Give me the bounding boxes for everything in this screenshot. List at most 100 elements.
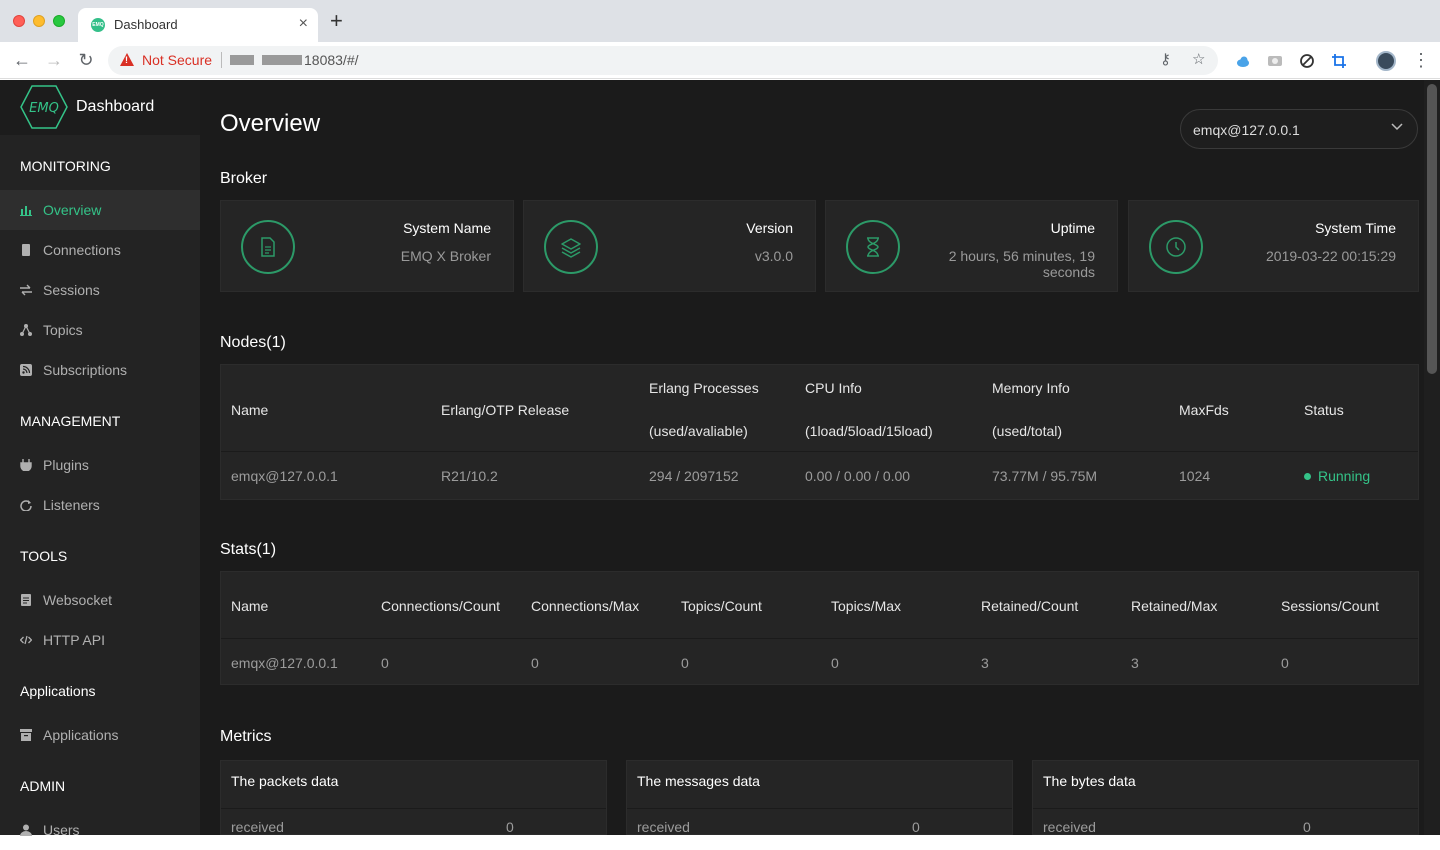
rss-icon (20, 364, 32, 376)
section-monitoring: MONITORING (20, 158, 111, 174)
back-arrow-icon[interactable]: ← (12, 50, 32, 70)
column-header: CPU Info (805, 380, 862, 396)
sidebar-item-subscriptions[interactable]: Subscriptions (0, 350, 200, 390)
sidebar-item-label: Topics (43, 322, 83, 338)
crop-extension-icon[interactable] (1331, 53, 1347, 69)
cell-memory: 73.77M / 95.75M (992, 468, 1098, 484)
metric-label: received (637, 819, 690, 835)
photo-extension-icon[interactable] (1267, 53, 1283, 69)
metric-value: 0 (912, 819, 920, 835)
cell-value: 3 (1131, 655, 1139, 671)
slash-circle-extension-icon[interactable] (1299, 53, 1315, 69)
cell-node-name: emqx@127.0.0.1 (231, 655, 338, 671)
sidebar-item-applications[interactable]: Applications (0, 715, 200, 755)
cell-processes: 294 / 2097152 (649, 468, 739, 484)
swap-icon (20, 284, 32, 296)
user-icon (20, 824, 32, 836)
metric-card-packets: The packets data received 0 (220, 760, 607, 835)
browser-menu-icon[interactable]: ⋮ (1412, 50, 1430, 70)
sidebar-item-sessions[interactable]: Sessions (0, 270, 200, 310)
sidebar-item-label: Sessions (43, 282, 100, 298)
column-header-sub: (used/total) (992, 423, 1063, 439)
card-label: Version (746, 220, 793, 236)
sidebar-item-label: Subscriptions (43, 362, 128, 378)
column-header: MaxFds (1179, 402, 1229, 418)
address-bar[interactable]: Not Secure 18083/#/ ⚷ ☆ (108, 46, 1218, 75)
sidebar-item-http-api[interactable]: HTTP API (0, 620, 200, 660)
metric-value: 0 (506, 819, 514, 835)
column-header: Erlang/OTP Release (441, 402, 570, 418)
browser-toolbar: ← → ↻ Not Secure 18083/#/ ⚷ ☆ ⋮ (0, 42, 1440, 79)
sidebar-item-users[interactable]: Users (0, 810, 200, 850)
column-header: Topics/Max (831, 598, 902, 614)
redacted-url-part (262, 55, 302, 65)
broker-card-version: Version v3.0.0 (523, 200, 816, 292)
row-divider (221, 451, 1418, 452)
code-icon (20, 635, 32, 645)
metric-title: The messages data (637, 773, 760, 789)
redacted-url-part (230, 55, 254, 65)
window-minimize-button[interactable] (33, 15, 45, 27)
sidebar-item-connections[interactable]: Connections (0, 230, 200, 270)
column-header: Topics/Count (681, 598, 762, 614)
row-divider (221, 638, 1418, 639)
emq-logo-icon: EMQ (20, 85, 68, 129)
bar-chart-icon (20, 206, 32, 216)
new-tab-button[interactable]: + (330, 10, 343, 32)
tab-close-icon[interactable]: × (299, 15, 308, 33)
node-selector-value: emqx@127.0.0.1 (1193, 122, 1300, 138)
window-zoom-button[interactable] (53, 15, 65, 27)
sidebar-item-listeners[interactable]: Listeners (0, 485, 200, 525)
page-title: Overview (220, 110, 321, 137)
sidebar-item-label: Overview (43, 202, 102, 218)
column-header: Retained/Count (981, 598, 1079, 614)
cell-value: 0 (831, 655, 839, 671)
archive-icon (20, 729, 32, 741)
sidebar-item-label: Applications (43, 727, 119, 743)
cell-maxfds: 1024 (1179, 468, 1211, 484)
stats-heading: Stats(1) (220, 541, 277, 558)
cloud-extension-icon[interactable] (1235, 53, 1251, 69)
layers-icon (544, 220, 598, 274)
window-close-button[interactable] (13, 15, 25, 27)
browser-tab[interactable]: EMQ Dashboard × (78, 8, 318, 42)
card-label: Uptime (1050, 220, 1095, 236)
sidebar-item-label: Plugins (43, 457, 89, 473)
row-divider (221, 808, 606, 809)
tab-title: Dashboard (114, 17, 178, 32)
key-icon[interactable]: ⚷ (1160, 51, 1171, 69)
profile-avatar[interactable] (1376, 51, 1396, 71)
scrollbar-thumb[interactable] (1427, 84, 1437, 374)
metric-title: The packets data (231, 773, 339, 789)
sidebar-item-websocket[interactable]: Websocket (0, 580, 200, 620)
card-value: EMQ X Broker (400, 248, 491, 264)
brand-title: Dashboard (76, 98, 155, 115)
column-header-sub: (used/avaliable) (649, 423, 748, 439)
row-divider (627, 808, 1012, 809)
cell-cpu: 0.00 / 0.00 / 0.00 (805, 468, 911, 484)
column-header: Retained/Max (1131, 598, 1218, 614)
brand[interactable]: EMQ Dashboard (0, 80, 200, 135)
warning-icon (120, 53, 134, 66)
node-selector[interactable]: emqx@127.0.0.1 (1180, 109, 1418, 149)
security-indicator[interactable]: Not Secure (142, 52, 212, 68)
column-header: Connections/Count (381, 598, 501, 614)
sidebar-item-overview[interactable]: Overview (0, 190, 200, 230)
card-label: System Time (1315, 220, 1396, 236)
cell-value: 0 (531, 655, 539, 671)
sidebar-item-plugins[interactable]: Plugins (0, 445, 200, 485)
sidebar-item-label: Connections (43, 242, 121, 258)
topics-icon (20, 324, 32, 336)
stats-table: Name Connections/Count Connections/Max T… (220, 571, 1419, 685)
cell-value: 0 (681, 655, 689, 671)
forward-arrow-icon[interactable]: → (44, 50, 64, 70)
bookmark-star-icon[interactable]: ☆ (1192, 51, 1205, 69)
page-scrollbar[interactable] (1424, 80, 1440, 835)
reload-icon[interactable]: ↻ (76, 50, 96, 70)
browser-tab-bar: EMQ Dashboard × + (0, 0, 1440, 42)
sidebar-item-label: HTTP API (43, 632, 105, 648)
column-header: Erlang Processes (649, 380, 759, 396)
card-value: v3.0.0 (754, 248, 793, 264)
card-value: 2019-03-22 00:15:29 (1266, 248, 1396, 264)
sidebar-item-topics[interactable]: Topics (0, 310, 200, 350)
